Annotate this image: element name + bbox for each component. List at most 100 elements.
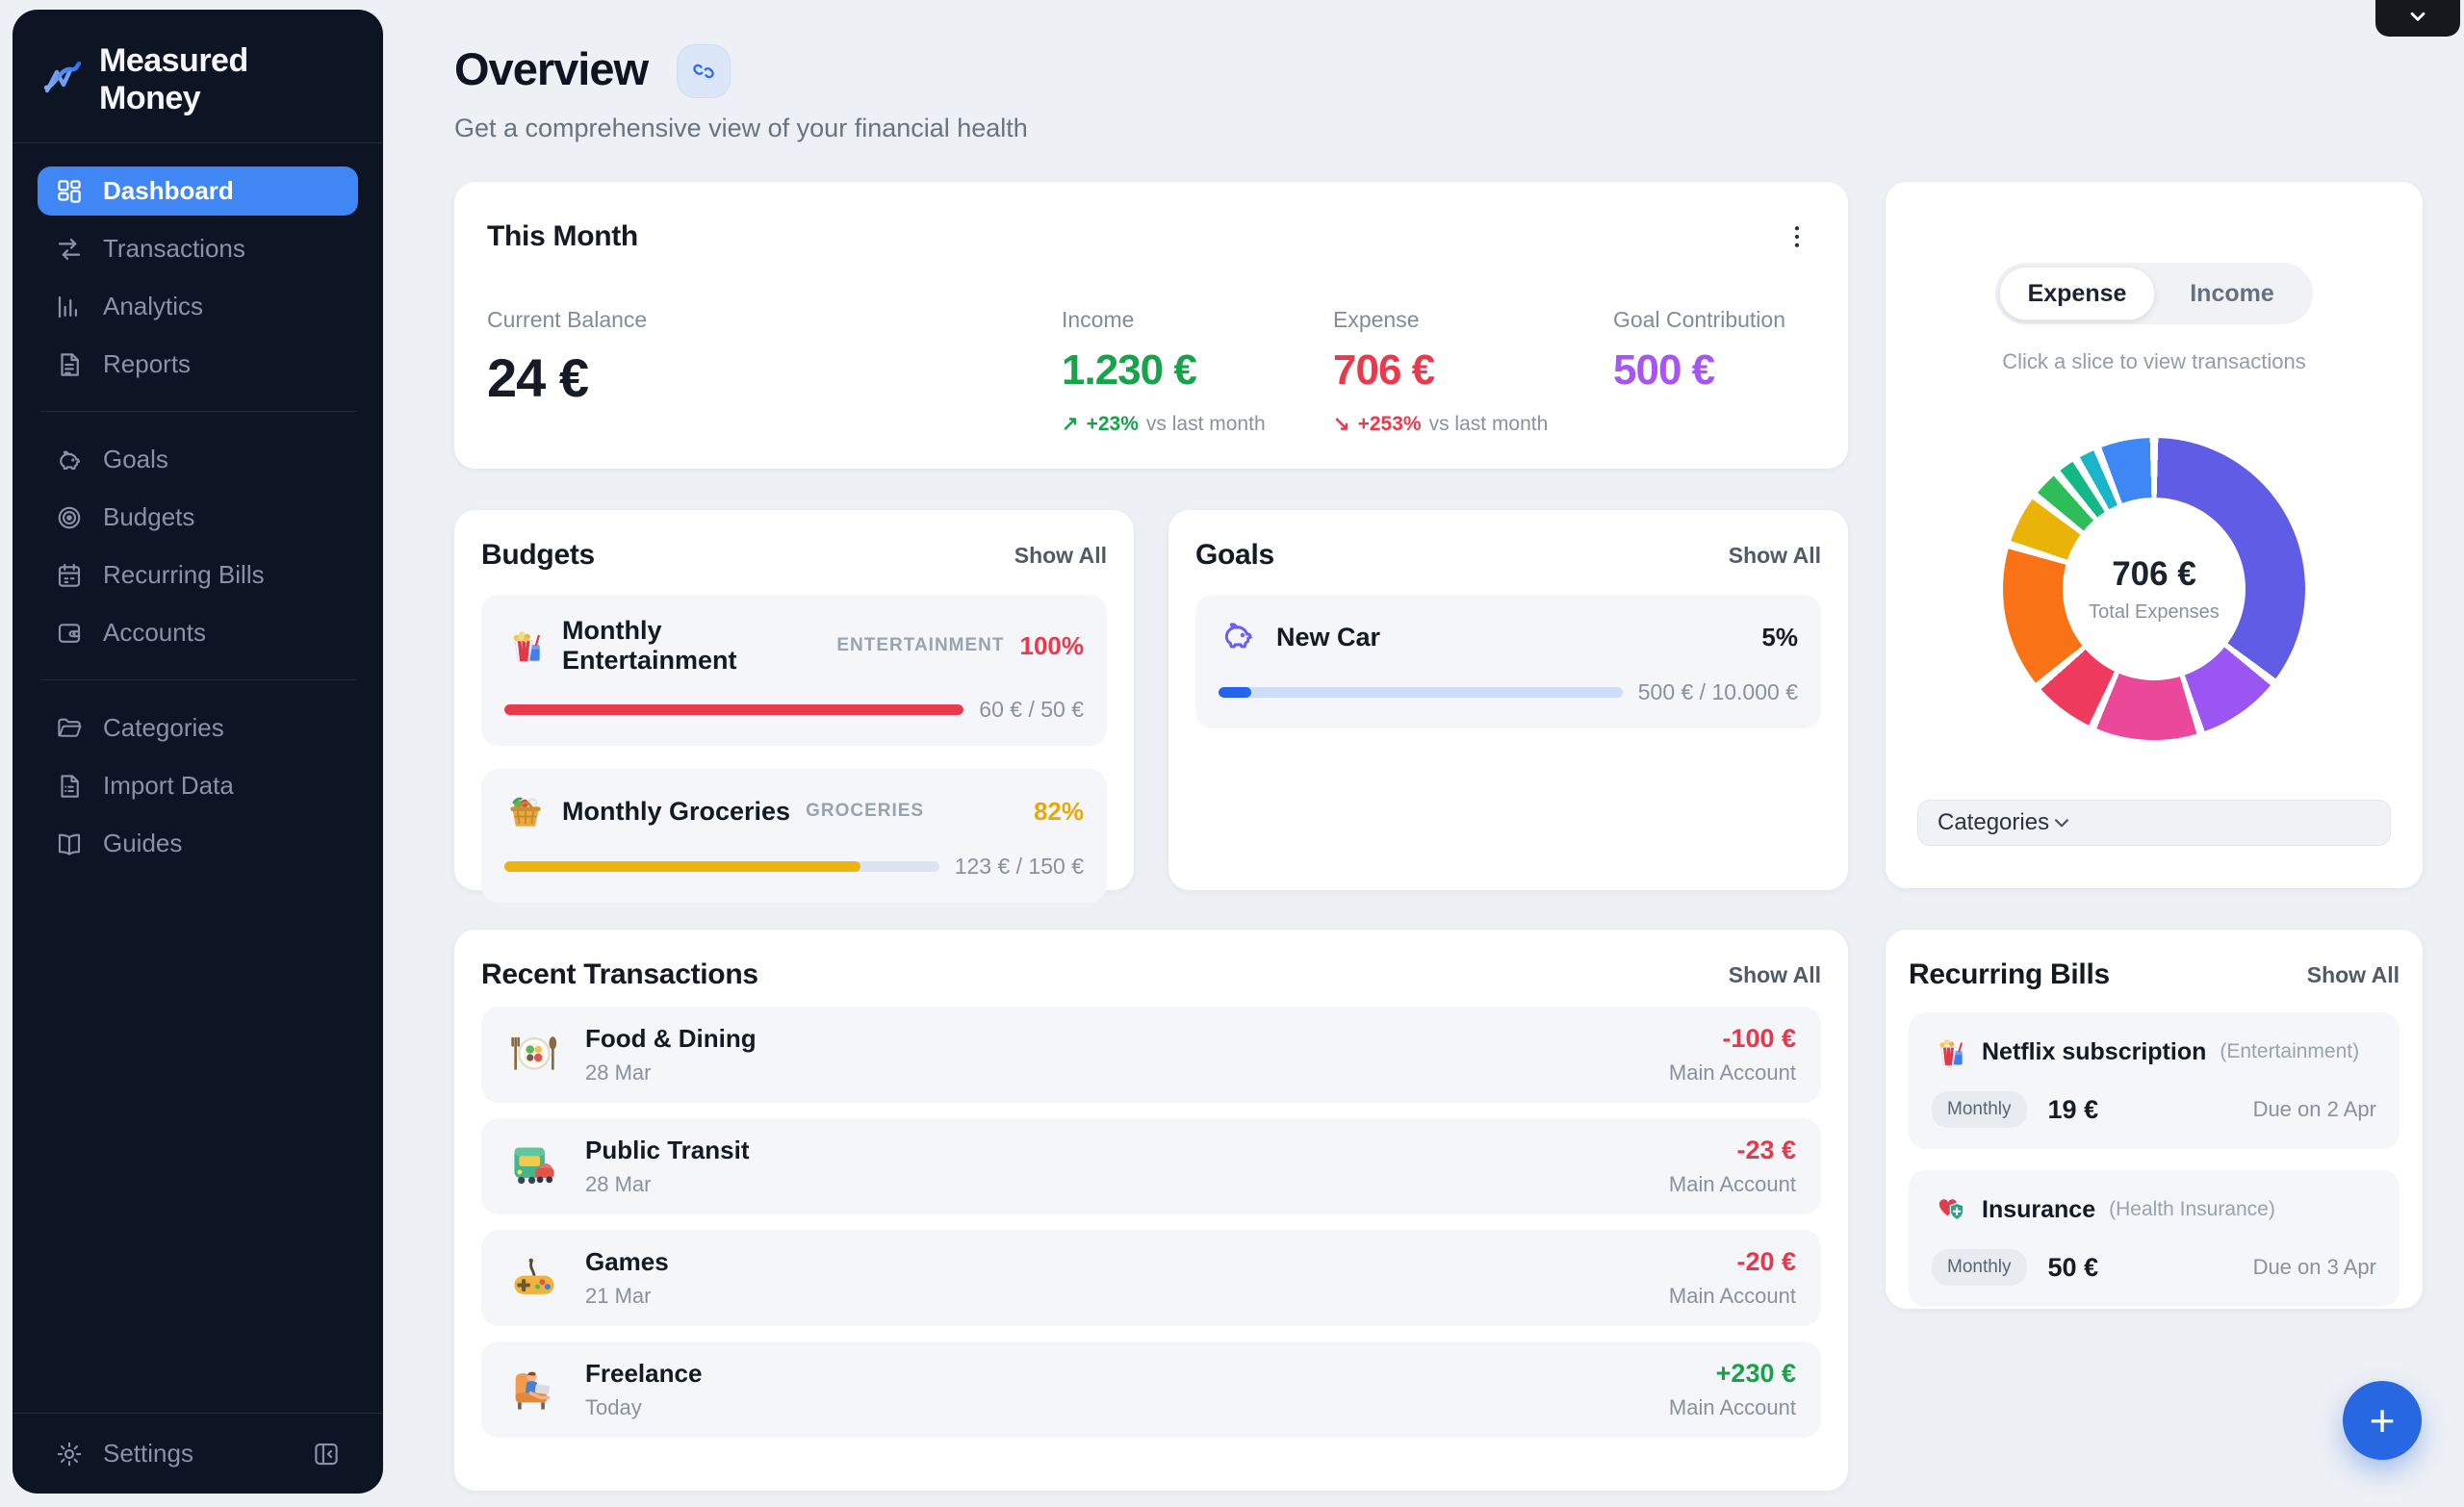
- budgets-show-all-link[interactable]: Show All: [1014, 543, 1107, 569]
- sidebar-item-label: Goals: [103, 445, 168, 474]
- bill-row-netflix[interactable]: Netflix subscription (Entertainment) Mon…: [1909, 1012, 2400, 1149]
- piggy-bank-icon: [55, 446, 84, 474]
- sidebar-item-label: Categories: [103, 713, 224, 743]
- bill-name: Netflix subscription: [1982, 1038, 2206, 1066]
- sidebar-item-guides[interactable]: Guides: [38, 819, 358, 868]
- stat-label: Goal Contribution: [1613, 307, 1811, 333]
- transaction-row-public-transit[interactable]: Public Transit 28 Mar -23 € Main Account: [481, 1118, 1821, 1214]
- transaction-row-freelance[interactable]: Freelance Today +230 € Main Account: [481, 1341, 1821, 1438]
- transaction-account: Main Account: [1669, 1172, 1796, 1197]
- categories-dropdown[interactable]: Categories: [1917, 800, 2391, 846]
- budget-category: ENTERTAINMENT: [836, 635, 1004, 656]
- stat-delta-value: +23%: [1087, 413, 1139, 436]
- goal-row-new-car[interactable]: New Car 5% 500 € / 10.000 €: [1195, 595, 1821, 728]
- page-subtitle: Get a comprehensive view of your financi…: [454, 114, 1028, 143]
- tab-expense[interactable]: Expense: [1999, 267, 2155, 320]
- transactions-icon: [55, 235, 84, 264]
- food-dining-icon: [506, 1027, 562, 1083]
- transaction-name: Freelance: [585, 1359, 702, 1389]
- sidebar-item-settings[interactable]: Settings: [13, 1413, 383, 1469]
- transaction-amount: -100 €: [1669, 1024, 1796, 1054]
- stat-expense: Expense 706 € ↘ +253% vs last month: [1333, 307, 1613, 436]
- stat-delta-note: vs last month: [1146, 413, 1266, 436]
- transactions-show-all-link[interactable]: Show All: [1729, 962, 1821, 988]
- sidebar-item-reports[interactable]: Reports: [38, 340, 358, 389]
- bill-category: (Entertainment): [2220, 1040, 2359, 1063]
- transaction-name: Public Transit: [585, 1136, 750, 1165]
- sidebar-item-categories[interactable]: Categories: [38, 703, 358, 753]
- this-month-title: This Month: [487, 220, 638, 253]
- stat-label: Current Balance: [487, 307, 1062, 333]
- reports-icon: [55, 350, 84, 379]
- stat-current-balance: Current Balance 24 €: [487, 307, 1062, 436]
- window-collapse-button[interactable]: [2375, 0, 2460, 37]
- bill-frequency-badge: Monthly: [1932, 1249, 2027, 1286]
- transaction-date: 28 Mar: [585, 1172, 750, 1197]
- budgets-title: Budgets: [481, 539, 595, 572]
- piggy-bank-icon: [1219, 616, 1261, 658]
- public-transit-icon: [506, 1138, 562, 1194]
- calendar-icon: [55, 561, 84, 590]
- tab-income[interactable]: Income: [2155, 267, 2309, 320]
- bill-row-insurance[interactable]: Insurance (Health Insurance) Monthly 50 …: [1909, 1170, 2400, 1307]
- sidebar-item-accounts[interactable]: Accounts: [38, 608, 358, 657]
- analytics-icon: [55, 293, 84, 321]
- kebab-menu-icon[interactable]: [1783, 222, 1811, 251]
- goals-title: Goals: [1195, 539, 1274, 572]
- transaction-row-food-dining[interactable]: Food & Dining 28 Mar -100 € Main Account: [481, 1007, 1821, 1103]
- stat-value: 24 €: [487, 346, 1062, 409]
- transaction-date: 21 Mar: [585, 1284, 669, 1309]
- brand-logo-icon: [41, 59, 84, 101]
- settings-label: Settings: [103, 1439, 193, 1469]
- collapse-sidebar-icon[interactable]: [312, 1440, 341, 1469]
- transaction-row-games[interactable]: Games 21 Mar -20 € Main Account: [481, 1230, 1821, 1326]
- categories-dropdown-value: Categories: [1938, 809, 2049, 836]
- budget-row-groceries[interactable]: Monthly Groceries GROCERIES 82% 123 € / …: [481, 769, 1107, 903]
- bill-due-date: Due on 3 Apr: [2253, 1255, 2376, 1280]
- budget-row-entertainment[interactable]: Monthly Entertainment ENTERTAINMENT 100%…: [481, 595, 1107, 746]
- sidebar-item-transactions[interactable]: Transactions: [38, 224, 358, 273]
- wallet-icon: [55, 619, 84, 648]
- stat-value: 706 €: [1333, 346, 1613, 395]
- sidebar-item-goals[interactable]: Goals: [38, 435, 358, 484]
- grocery-basket-icon: [504, 790, 547, 832]
- divider: [39, 679, 356, 680]
- bill-due-date: Due on 2 Apr: [2253, 1097, 2376, 1122]
- stat-value: 1.230 €: [1062, 346, 1333, 395]
- bill-category: (Health Insurance): [2109, 1198, 2275, 1221]
- overview-link-badge[interactable]: [677, 44, 731, 98]
- sidebar-item-analytics[interactable]: Analytics: [38, 282, 358, 331]
- budget-progress-fill: [504, 861, 860, 872]
- expense-income-toggle: Expense Income: [1995, 263, 2313, 324]
- plus-icon: +: [2370, 1394, 2396, 1446]
- expense-donut-chart[interactable]: 706 € Total Expenses: [2003, 438, 2305, 740]
- donut-total-label: Total Expenses: [2089, 601, 2220, 624]
- sidebar-item-label: Recurring Bills: [103, 560, 265, 590]
- sidebar-item-budgets[interactable]: Budgets: [38, 493, 358, 542]
- sidebar-item-label: Analytics: [103, 292, 203, 321]
- budget-progress-track: [504, 704, 963, 715]
- import-file-icon: [55, 772, 84, 801]
- dashboard-icon: [55, 177, 84, 206]
- folder-icon: [55, 714, 84, 743]
- chevron-down-icon: [2049, 810, 2074, 835]
- bills-show-all-link[interactable]: Show All: [2307, 962, 2400, 988]
- sidebar: Measured Money Dashboard Transactions An…: [13, 10, 383, 1494]
- sidebar-item-recurring-bills[interactable]: Recurring Bills: [38, 550, 358, 600]
- budget-progress-fill: [504, 704, 963, 715]
- sidebar-item-import-data[interactable]: Import Data: [38, 761, 358, 810]
- budget-name: Monthly Entertainment: [562, 616, 821, 676]
- transaction-name: Food & Dining: [585, 1024, 757, 1054]
- bill-amount: 19 €: [2048, 1095, 2099, 1125]
- book-icon: [55, 830, 84, 858]
- add-transaction-fab[interactable]: +: [2343, 1381, 2422, 1460]
- sidebar-item-dashboard[interactable]: Dashboard: [38, 166, 358, 216]
- recurring-bills-title: Recurring Bills: [1909, 958, 2110, 991]
- bill-amount: 50 €: [2048, 1253, 2099, 1283]
- goal-progress-fill: [1219, 687, 1251, 698]
- goals-show-all-link[interactable]: Show All: [1729, 543, 1821, 569]
- this-month-card: This Month Current Balance 24 € Income 1…: [454, 182, 1848, 469]
- transaction-account: Main Account: [1669, 1060, 1796, 1086]
- budget-name: Monthly Groceries: [562, 797, 790, 827]
- expense-breakdown-card: Expense Income Click a slice to view tra…: [1886, 182, 2423, 888]
